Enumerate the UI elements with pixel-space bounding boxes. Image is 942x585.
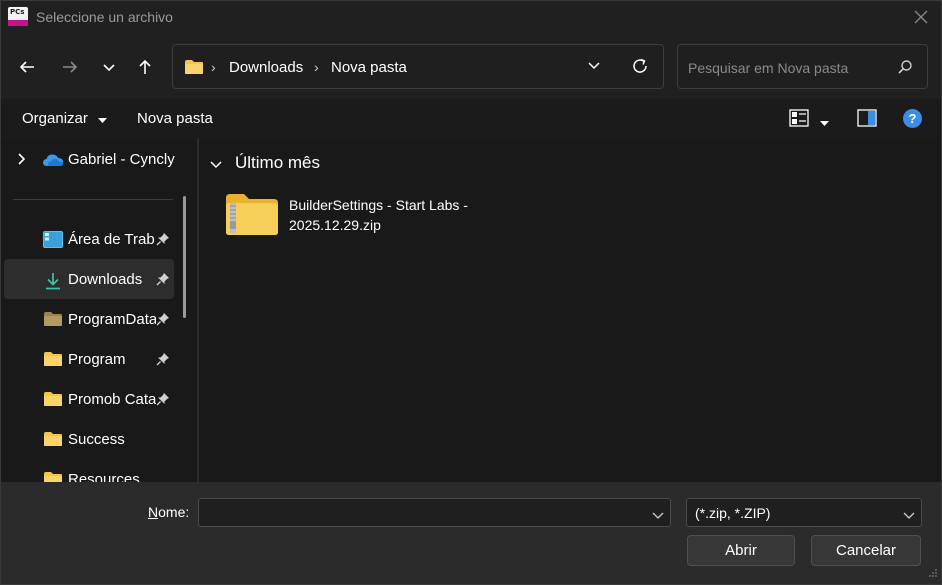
sidebar-item-programdata[interactable]: ProgramData (4, 299, 174, 339)
folder-icon (43, 311, 63, 330)
organize-label: Organizar (22, 110, 88, 127)
expand-chevron-icon[interactable] (17, 152, 27, 169)
title-bar: PCs Seleccione un archivo (1, 1, 941, 33)
sidebar-item-label: ProgramData (68, 311, 156, 328)
zip-folder-icon (225, 192, 279, 239)
cancel-button[interactable]: Cancelar (811, 535, 921, 566)
file-open-dialog: PCs Seleccione un archivo › Downloads › (0, 0, 942, 585)
sidebar-item-onedrive[interactable]: Gabriel - Cyncly (1, 148, 186, 172)
sidebar-item-resources[interactable]: Resources (4, 459, 174, 482)
sidebar-item-label: Program (68, 351, 126, 368)
sidebar-item-label: Promob Cata (68, 391, 156, 408)
search-input[interactable]: Pesquisar em Nova pasta (677, 44, 928, 89)
search-placeholder: Pesquisar em Nova pasta (688, 60, 849, 76)
help-icon[interactable]: ? (903, 109, 922, 128)
refresh-icon[interactable] (630, 56, 650, 79)
file-name-line: BuilderSettings - Start Labs - (289, 197, 468, 213)
sidebar-item-downloads[interactable]: Downloads (4, 259, 174, 299)
pin-icon[interactable] (156, 272, 170, 289)
collapse-chevron-icon[interactable] (209, 157, 223, 173)
file-name-input[interactable] (198, 498, 671, 527)
close-icon[interactable] (909, 5, 933, 29)
group-label: Último mês (235, 153, 321, 172)
sidebar-item-desktop[interactable]: Área de Trab (4, 219, 174, 259)
file-name: BuilderSettings - Start Labs - 2025.12.2… (289, 195, 519, 235)
file-type-value: (*.zip, *.ZIP) (695, 505, 771, 521)
navigation-pane: Gabriel - Cyncly Área de Trab Downloads (1, 138, 197, 482)
breadcrumb-downloads[interactable]: Downloads (229, 59, 303, 76)
address-bar[interactable]: › Downloads › Nova pasta (172, 44, 664, 89)
file-type-select[interactable]: (*.zip, *.ZIP) (686, 498, 922, 527)
up-arrow-icon[interactable] (131, 53, 159, 81)
folder-icon (43, 391, 63, 410)
desktop-icon (43, 231, 63, 251)
recent-locations-chevron-icon[interactable] (95, 53, 123, 81)
pin-icon[interactable] (156, 352, 170, 369)
folder-icon (43, 471, 63, 482)
resize-grip-icon[interactable] (928, 565, 938, 581)
onedrive-cloud-icon (42, 153, 64, 170)
chevron-down-icon[interactable] (652, 507, 664, 523)
chevron-down-icon[interactable] (903, 507, 915, 523)
folder-icon (43, 431, 63, 450)
command-toolbar: Organizar Nova pasta ? (1, 99, 941, 138)
file-list-pane: Último mês BuilderSettings - Start Labs … (199, 138, 941, 482)
window-title: Seleccione un archivo (36, 9, 173, 25)
pin-icon[interactable] (156, 232, 170, 249)
search-icon[interactable] (897, 59, 913, 78)
breadcrumb-separator-icon: › (314, 59, 319, 75)
folder-icon (43, 351, 63, 370)
back-arrow-icon[interactable] (13, 53, 41, 81)
view-caret-down-icon[interactable] (820, 114, 829, 130)
footer-panel: Nome: (*.zip, *.ZIP) Abrir Cancelar (1, 482, 941, 584)
organize-menu-button[interactable]: Organizar (22, 110, 108, 128)
file-item[interactable]: BuilderSettings - Start Labs - 2025.12.2… (221, 188, 521, 248)
sidebar-item-label: Gabriel - Cyncly (68, 151, 175, 168)
breadcrumb-separator-icon: › (211, 59, 216, 75)
sidebar-item-label: Success (68, 431, 125, 448)
breadcrumb-nova-pasta[interactable]: Nova pasta (331, 59, 407, 76)
sidebar-item-program[interactable]: Program (4, 339, 174, 379)
sidebar-item-label: Resources (68, 471, 140, 482)
caret-down-icon (98, 111, 108, 128)
sidebar-item-label: Downloads (68, 271, 143, 288)
pin-icon[interactable] (156, 392, 170, 409)
new-folder-button[interactable]: Nova pasta (137, 110, 213, 127)
pin-icon[interactable] (156, 312, 170, 329)
file-name-label: Nome: (148, 504, 189, 520)
forward-arrow-icon[interactable] (56, 53, 84, 81)
sidebar-item-success[interactable]: Success (4, 419, 174, 459)
folder-icon (184, 59, 204, 78)
file-name-line: 2025.12.29.zip (289, 217, 381, 233)
sidebar-scrollbar[interactable] (183, 196, 186, 318)
view-options-icon[interactable] (789, 109, 809, 130)
sidebar-divider (13, 199, 173, 200)
sidebar-item-promob-cata[interactable]: Promob Cata (4, 379, 174, 419)
file-name-label-accesskey: N (148, 504, 159, 520)
download-icon (43, 271, 63, 294)
navigation-bar: › Downloads › Nova pasta Pesquisar em No… (1, 33, 941, 99)
open-button[interactable]: Abrir (687, 535, 795, 566)
sidebar-item-label: Área de Trab (68, 231, 155, 248)
preview-pane-icon[interactable] (857, 109, 877, 130)
app-icon: PCs (8, 7, 28, 26)
address-history-chevron-icon[interactable] (587, 58, 601, 75)
file-name-label-text: ome: (158, 504, 190, 520)
